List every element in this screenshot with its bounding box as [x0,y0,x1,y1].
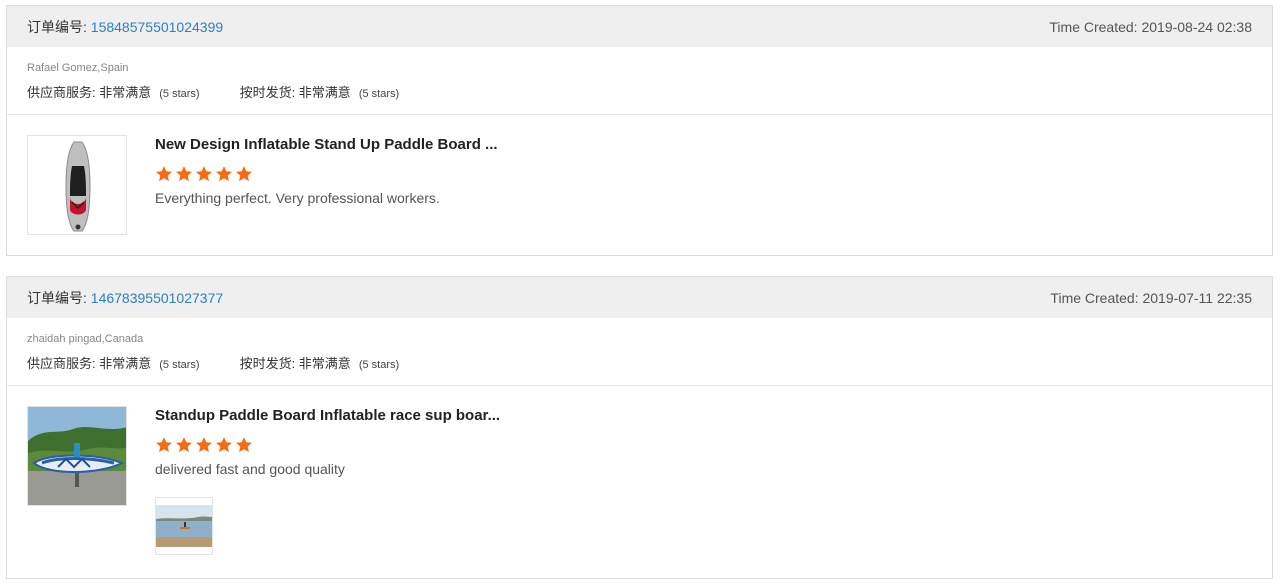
star-icon [216,166,232,182]
star-icon [176,437,192,453]
paddle-board-photo [28,407,126,505]
rating-stars-note: (5 stars) [159,359,200,371]
star-rating [155,436,1252,454]
product-info: Standup Paddle Board Inflatable race sup… [155,407,1252,555]
review-card: 订单编号: 15848575501024399 Time Created: 20… [6,5,1273,256]
order-id-link[interactable]: 15848575501024399 [91,19,223,35]
rating-supplier-service: 供应商服务: 非常满意 (5 stars) [27,353,200,372]
ratings-row: 供应商服务: 非常满意 (5 stars) 按时发货: 非常满意 (5 star… [27,353,1252,372]
order-label: 订单编号: [27,18,91,35]
star-icon [176,166,192,182]
product-block: New Design Inflatable Stand Up Paddle Bo… [7,115,1272,235]
review-header: 订单编号: 14678395501027377 Time Created: 20… [7,277,1272,318]
order-number: 订单编号: 15848575501024399 [27,17,223,37]
review-card: 订单编号: 14678395501027377 Time Created: 20… [6,276,1273,579]
review-header: 订单编号: 15848575501024399 Time Created: 20… [7,6,1272,47]
rating-on-time-delivery: 按时发货: 非常满意 (5 stars) [240,82,400,101]
buyer-info: Rafael Gomez,Spain 供应商服务: 非常满意 (5 stars)… [7,47,1272,115]
review-text: Everything perfect. Very professional wo… [155,190,440,206]
star-icon [156,437,172,453]
product-thumbnail[interactable] [27,135,127,235]
ratings-row: 供应商服务: 非常满意 (5 stars) 按时发货: 非常满意 (5 star… [27,82,1252,101]
rating-label: 按时发货: 非常满意 [239,356,351,371]
buyer-name: Rafael Gomez,Spain [27,62,129,74]
order-number: 订单编号: 14678395501027377 [27,288,223,308]
time-created: Time Created: 2019-07-11 22:35 [1050,289,1252,306]
rating-supplier-service: 供应商服务: 非常满意 (5 stars) [27,82,200,101]
star-rating [155,165,1252,183]
buyer-name: zhaidah pingad,Canada [27,333,144,345]
product-title[interactable]: Standup Paddle Board Inflatable race sup… [155,407,1252,425]
product-thumbnail[interactable] [27,406,127,506]
rating-label: 供应商服务: 非常满意 [27,85,152,100]
product-info: New Design Inflatable Stand Up Paddle Bo… [155,136,1252,206]
order-label: 订单编号: [27,289,91,306]
rating-stars-note: (5 stars) [358,359,400,371]
paddle-board-image [28,136,126,234]
review-photo-thumbnail[interactable] [155,497,213,555]
product-block: Standup Paddle Board Inflatable race sup… [7,386,1272,555]
buyer-info: zhaidah pingad,Canada 供应商服务: 非常满意 (5 sta… [7,318,1272,386]
review-photo [156,505,212,547]
star-icon [196,437,212,453]
star-icon [156,166,172,182]
product-title[interactable]: New Design Inflatable Stand Up Paddle Bo… [155,136,1252,154]
review-text: delivered fast and good quality [155,461,345,477]
rating-label: 按时发货: 非常满意 [239,85,351,100]
time-created: Time Created: 2019-08-24 02:38 [1049,18,1252,35]
rating-on-time-delivery: 按时发货: 非常满意 (5 stars) [240,353,400,372]
rating-stars-note: (5 stars) [159,88,200,100]
rating-label: 供应商服务: 非常满意 [27,356,152,371]
star-icon [236,437,252,453]
star-icon [236,166,252,182]
star-icon [196,166,212,182]
order-id-link[interactable]: 14678395501027377 [91,290,223,306]
star-icon [216,437,232,453]
rating-stars-note: (5 stars) [358,88,400,100]
